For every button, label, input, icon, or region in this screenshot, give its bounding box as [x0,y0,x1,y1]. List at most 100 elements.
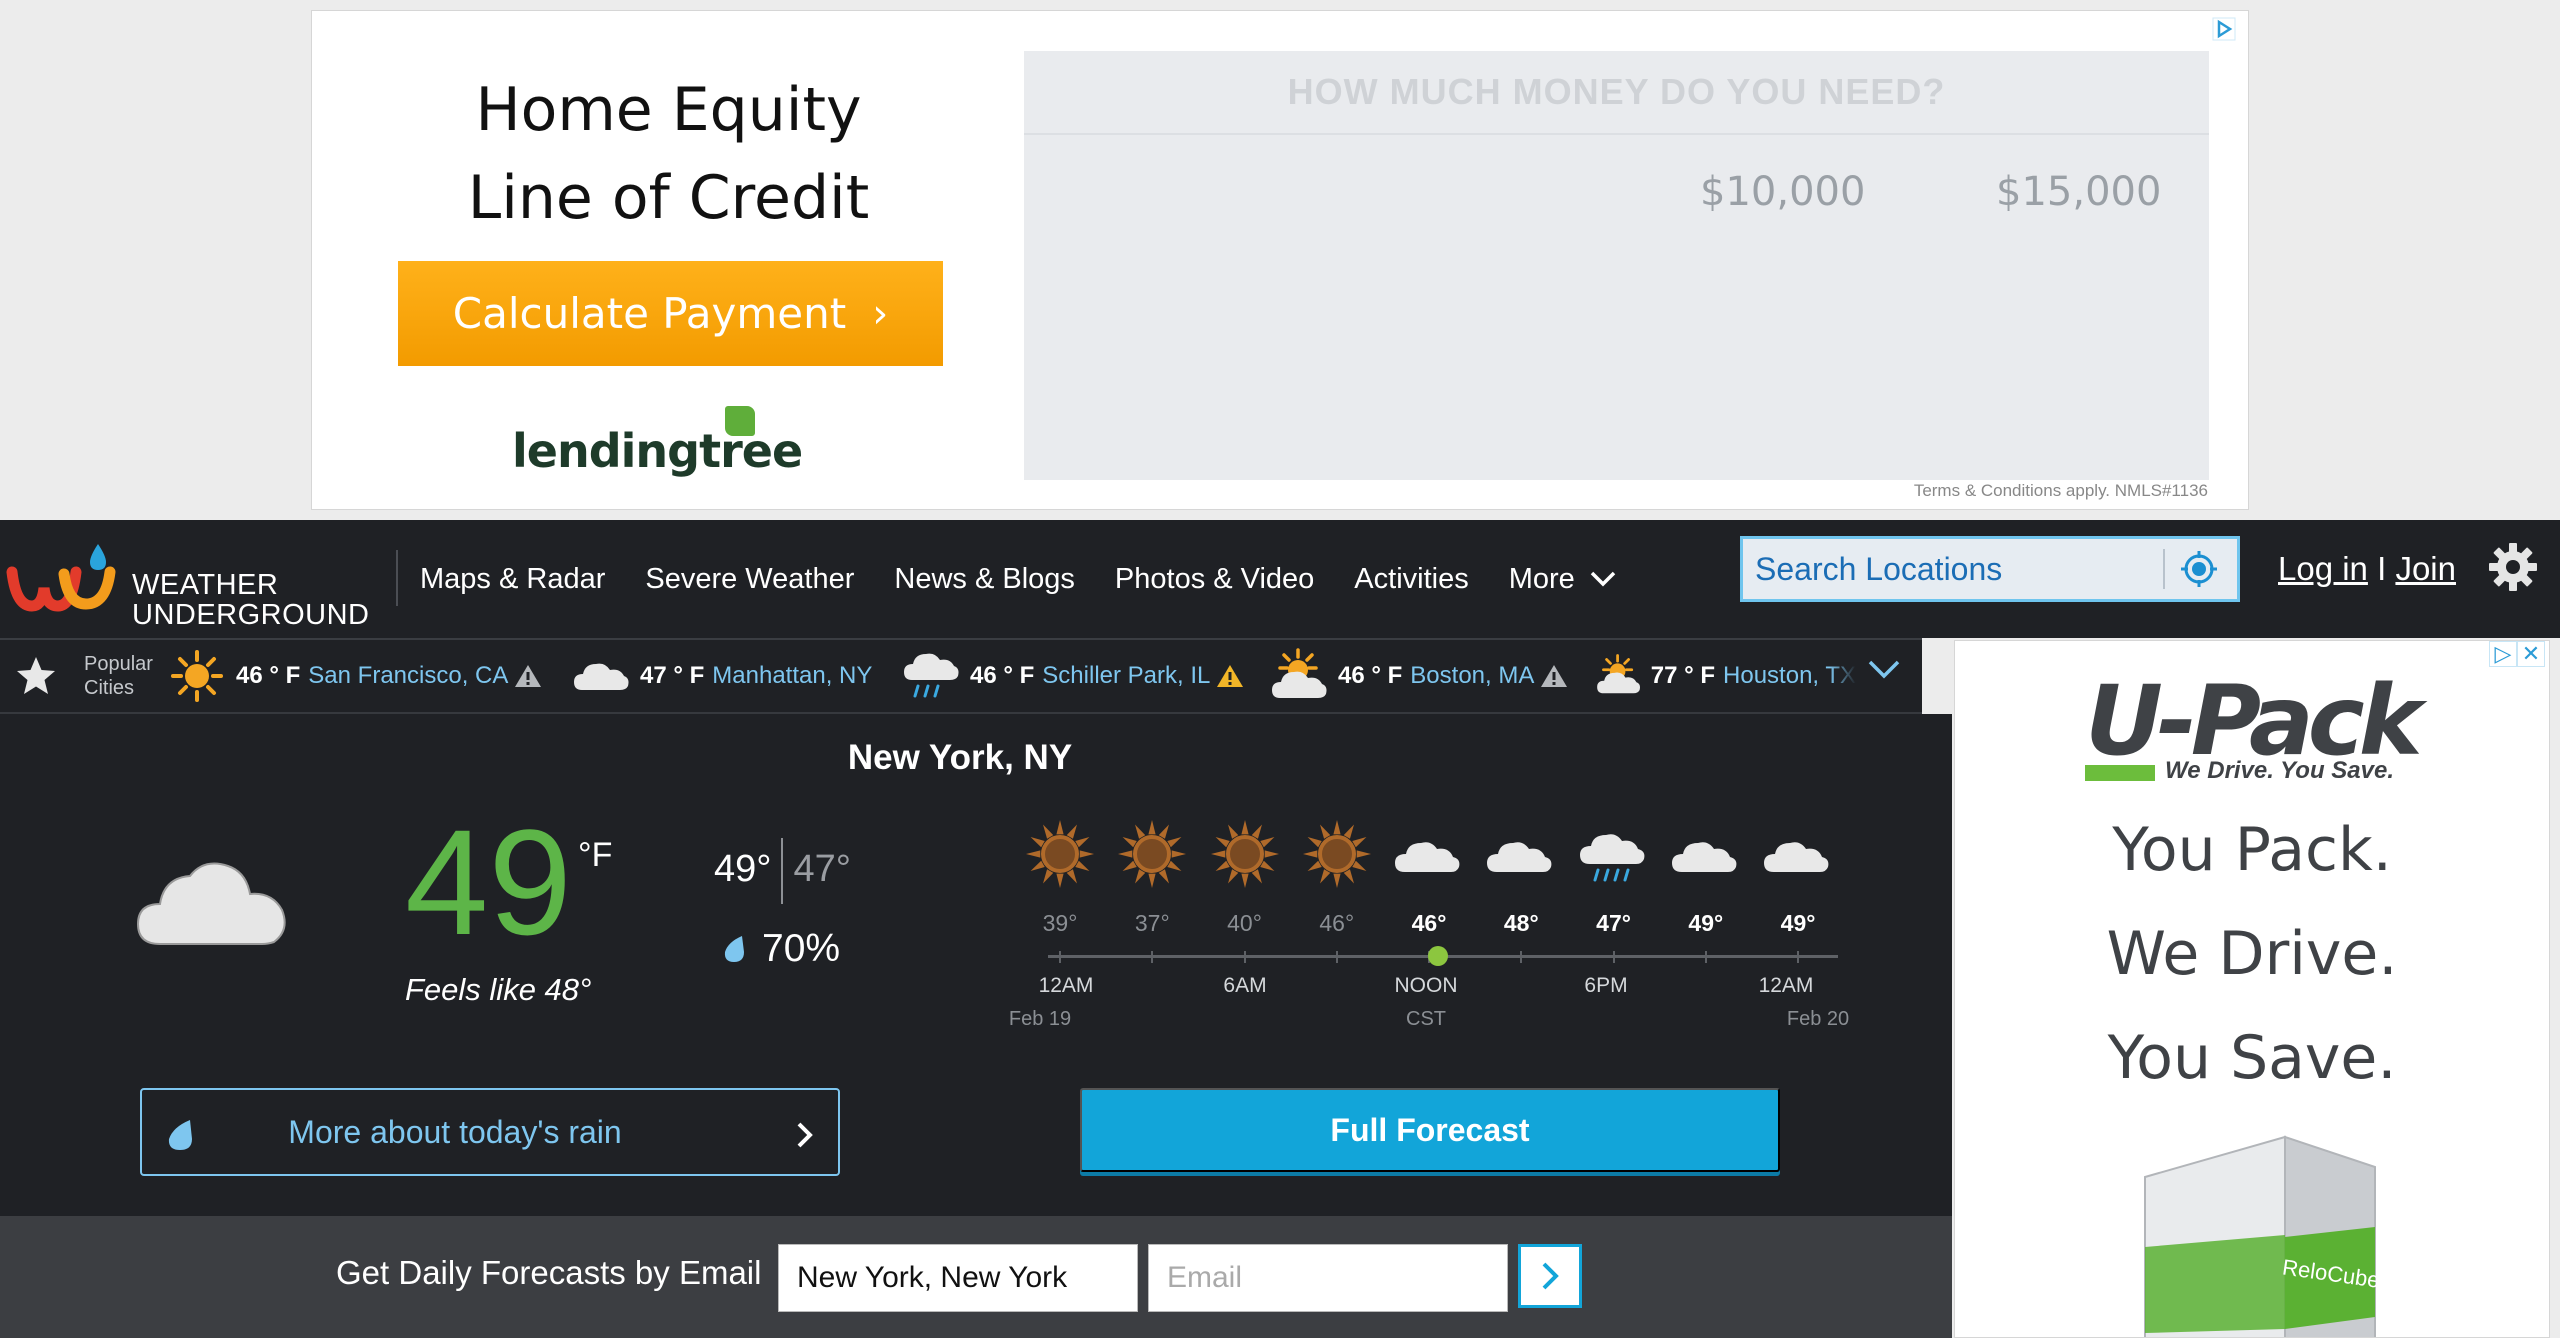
timeline-tick [1335,951,1338,963]
precip-value: 70% [762,927,841,970]
city-name: San Francisco, CA [308,662,509,689]
ad-headline-line2: Line of Credit [467,163,870,233]
popular-cities-bar: Popular Cities 46 ° F San Francisco, CA … [0,638,1922,714]
nav-more[interactable]: More [1509,563,1617,596]
hourly-temp: 40° [1227,910,1262,936]
city-schiller-park[interactable]: 46 ° F Schiller Park, IL [900,646,1244,706]
popular-cities-label: Popular Cities [84,652,153,700]
cloud-icon [1671,842,1737,872]
rain-cloud-icon [904,653,959,698]
nav-activities[interactable]: Activities [1354,563,1468,596]
side-advertisement[interactable]: ▷ ✕ U-Pack We Drive. You Save. You Pack.… [1954,640,2550,1338]
alert-icon[interactable] [514,663,542,689]
gear-icon[interactable] [2488,542,2538,592]
join-link[interactable]: Join [2395,550,2456,587]
search-bar [1740,536,2240,602]
time-label: 12AM [1038,974,1094,997]
high-low: 49° 47° [714,838,851,904]
login-separator: I [2367,550,2396,587]
hourly-forecast[interactable]: 39° 37° 40° 46° 46° 48° 47° 49° 49° 12AM 6AM NOO… [1000,814,1870,1054]
raindrop-icon [724,936,744,962]
nav-maps-radar[interactable]: Maps & Radar [420,563,605,596]
timezone-label: CST [1406,1008,1446,1030]
loan-amount-panel[interactable]: HOW MUCH MONEY DO YOU NEED? $10,000 $15,… [1024,51,2209,480]
city-boston[interactable]: 46 ° F Boston, MA [1268,646,1568,706]
hourly-temp: 46° [1411,910,1447,936]
timeline-tick [1059,951,1061,963]
alert-icon[interactable] [1540,663,1568,689]
city-san-francisco[interactable]: 46 ° F San Francisco, CA [166,646,542,706]
top-advertisement[interactable]: Home Equity Line of Credit Calculate Pay… [311,10,2249,510]
timeline-tick [1797,951,1800,963]
email-location-field[interactable] [778,1244,1138,1312]
divider [781,838,784,904]
chevron-down-icon[interactable] [1866,658,1902,682]
partly-cloudy-icon [1597,654,1640,694]
amount-option[interactable]: $15,000 [1996,169,2161,215]
hourly-temp: 37° [1134,910,1170,936]
nav-news-blogs[interactable]: News & Blogs [894,563,1075,596]
close-icon[interactable]: ✕ [2517,641,2545,667]
nav-divider [396,550,398,606]
ad-controls: ▷ ✕ [2489,641,2545,667]
amount-option[interactable]: $10,000 [1700,169,1865,215]
ad-headline: Home Equity Line of Credit [312,66,1025,242]
timeline-tick [1243,951,1246,963]
date-label: Feb 20 [1786,1008,1850,1030]
city-manhattan[interactable]: 47 ° F Manhattan, NY [570,646,872,706]
ad-headline-line1: Home Equity [475,75,862,145]
calculate-payment-button[interactable]: Calculate Payment › [398,261,943,366]
cloud-icon [574,663,629,690]
upack-tagline: We Drive. You Save. [2165,757,2394,784]
email-field[interactable] [1148,1244,1508,1312]
cloud-icon [1395,842,1460,872]
sun-icon [1210,820,1279,888]
logo-line1: WEATHER [132,569,279,601]
cloud-icon [1764,842,1829,872]
chevron-right-icon [1542,1262,1559,1290]
timeline-tick [1151,951,1154,963]
city-temp: 46 ° F [236,662,301,689]
email-signup-bar: Get Daily Forecasts by Email [0,1216,1952,1338]
adchoices-icon[interactable] [2212,17,2236,41]
upack-logo: U-Pack We Drive. You Save. [2085,665,2445,784]
popular-label-line2: Cities [84,677,135,699]
alert-icon[interactable] [1216,663,1244,689]
login-link[interactable]: Log in [2278,550,2368,587]
ad-terms: Terms & Conditions apply. NMLS#1136 [1913,481,2208,500]
search-input[interactable] [1743,539,2163,599]
search-divider [2163,549,2165,589]
email-submit-button[interactable] [1518,1244,1582,1308]
adchoices-icon[interactable]: ▷ [2489,641,2517,667]
location-title: New York, NY [847,738,1073,777]
upack-brand: U-Pack [2085,665,2423,777]
hourly-temp: 48° [1503,910,1539,936]
nav-menu: Maps & Radar Severe Weather News & Blogs… [420,520,1657,638]
city-name: Houston, TX [1723,662,1856,689]
star-icon[interactable] [14,654,58,698]
nav-photos-video[interactable]: Photos & Video [1115,563,1314,596]
lendingtree-logo: lendingtree [512,406,832,486]
more-about-rain-button[interactable]: More about today's rain [140,1088,840,1176]
date-label: Feb 19 [1008,1008,1072,1030]
locate-me-icon[interactable] [2179,549,2219,589]
current-time-marker [1428,946,1448,966]
high-temp: 49° [714,848,772,891]
hourly-temp: 49° [1780,910,1816,936]
ad-slogan-line: You Pack. [2112,815,2392,885]
timeline-tick [1612,951,1615,963]
lendingtree-logo-text: lendingtree [512,424,803,478]
cloud-icon [1487,842,1552,872]
hourly-temp: 46° [1319,910,1355,936]
sun-icon [171,650,223,702]
ad-slogan-line: We Drive. [2106,919,2398,989]
nav-severe-weather[interactable]: Severe Weather [645,563,854,596]
rain-cloud-icon [1579,834,1644,882]
partly-cloudy-icon [1272,648,1327,698]
full-forecast-button[interactable]: Full Forecast [1080,1088,1780,1172]
temperature-unit[interactable]: °F [578,836,612,875]
wunderground-logo[interactable]: WEATHER UNDERGROUND [6,540,369,630]
city-houston[interactable]: 77 ° F Houston, TX [1594,646,1856,706]
popular-label-line1: Popular [84,653,153,675]
more-about-rain-label: More about today's rain [288,1113,622,1150]
